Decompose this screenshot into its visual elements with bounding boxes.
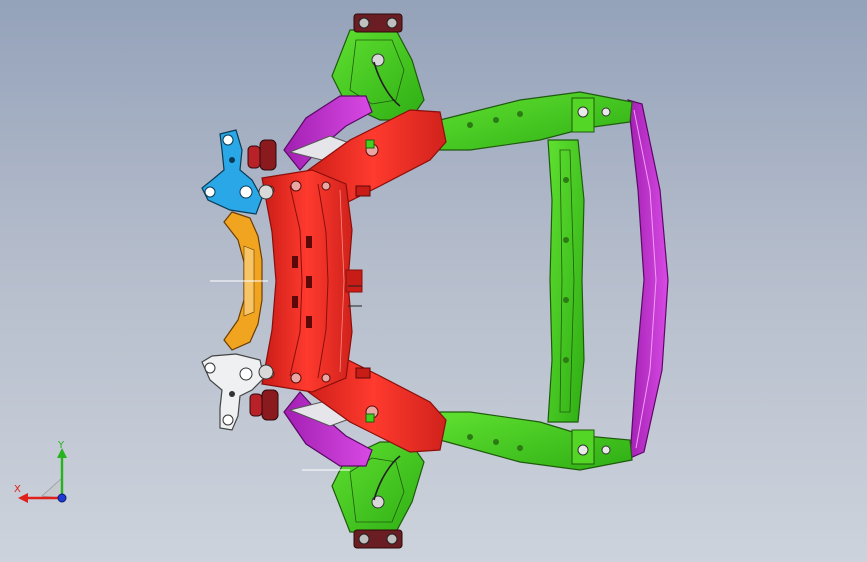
model-geometry [229,391,235,397]
model-geometry [517,445,523,451]
model-geometry [222,414,234,426]
model-geometry [493,117,499,123]
subframe [261,109,447,453]
model-geometry [204,186,216,198]
bushing-upper-left [259,139,277,171]
model-geometry [222,134,234,146]
model-geometry [577,106,589,118]
model-geometry [358,17,370,29]
model-geometry [292,296,298,308]
model-geometry [601,107,611,117]
model-geometry [292,256,298,268]
model-geometry [290,372,302,384]
x-axis-label: X [14,484,21,495]
model-geometry [204,362,216,374]
model-geometry [467,434,473,440]
model-geometry [358,533,370,545]
model-geometry [321,181,331,191]
model-geometry [365,413,375,423]
model-geometry [365,139,375,149]
model-geometry [355,185,371,197]
subframe-assembly-model[interactable] [0,0,867,562]
model-geometry [563,237,569,243]
bumper-beam [627,99,669,459]
model-geometry [306,276,312,288]
bushing-left-outer [247,145,261,169]
model-geometry [563,297,569,303]
model-geometry [467,122,473,128]
z-axis-dot [57,493,67,503]
model-geometry [493,439,499,445]
model-geometry [290,180,302,192]
model-geometry [321,373,331,383]
coordinate-triad: Y X [14,440,67,503]
model-geometry [306,316,312,328]
bolt [258,364,274,380]
bushing-upper-right [261,389,279,421]
bolt [258,184,274,200]
model-geometry [239,185,253,199]
model-geometry [563,357,569,363]
model-geometry [577,444,589,456]
model-geometry [306,236,312,248]
model-geometry [239,367,253,381]
model-geometry [345,269,363,293]
model-geometry [439,91,633,151]
bushing-right-outer [249,393,263,417]
3d-viewport[interactable]: Y X [0,0,867,562]
bracket-blue [201,129,263,215]
model-geometry [355,367,371,379]
model-geometry [386,533,398,545]
crash-frame [439,91,633,471]
model-geometry [386,17,398,29]
bracket-white [201,353,265,431]
model-geometry [517,111,523,117]
model-geometry [601,445,611,455]
model-geometry [229,157,235,163]
y-axis-label: Y [57,440,65,451]
model-geometry [439,411,633,471]
model-geometry [563,177,569,183]
